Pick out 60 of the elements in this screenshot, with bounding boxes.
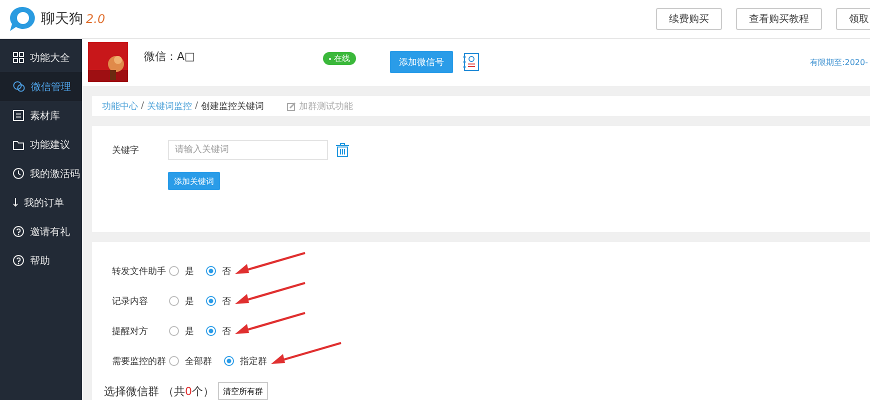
- edit-icon: [287, 102, 296, 111]
- radio-option[interactable]: 是: [169, 324, 194, 338]
- sidebar-item[interactable]: 我的激活码: [0, 159, 82, 188]
- chat-icon: [13, 81, 25, 92]
- folder-icon: [13, 140, 24, 150]
- header-button[interactable]: 查看购买教程: [736, 8, 822, 30]
- radio-option[interactable]: 是: [169, 294, 194, 308]
- help-icon: [13, 255, 24, 266]
- logo-icon: [8, 6, 38, 32]
- annotation-arrow: [235, 282, 307, 306]
- radio-option[interactable]: 否: [206, 324, 231, 338]
- radio-button[interactable]: [169, 326, 179, 336]
- clear-groups-button[interactable]: 清空所有群: [218, 382, 268, 400]
- sidebar-item[interactable]: 素材库: [0, 101, 82, 130]
- sidebar-item[interactable]: 我的订单: [0, 188, 82, 217]
- sidebar-item[interactable]: 功能建议: [0, 130, 82, 159]
- trash-icon[interactable]: [336, 143, 349, 158]
- down-arrow-icon: [13, 198, 18, 207]
- header-button[interactable]: 领取: [836, 8, 870, 30]
- sidebar-item[interactable]: 邀请有礼: [0, 217, 82, 246]
- radio-option[interactable]: 全部群: [169, 354, 212, 368]
- keyword-label: 关键字: [112, 144, 140, 157]
- radio-button[interactable]: [169, 266, 179, 276]
- expiry-text: 有限期至:2020-: [810, 56, 868, 68]
- keyword-input[interactable]: 请输入关键词: [168, 140, 328, 160]
- option-label: 需要监控的群: [112, 356, 167, 368]
- help-icon: [13, 226, 24, 237]
- radio-button[interactable]: [206, 326, 216, 336]
- sidebar-item[interactable]: 功能大全: [0, 43, 82, 72]
- header-button[interactable]: 续费购买: [656, 8, 722, 30]
- breadcrumb-separator: /: [195, 101, 198, 112]
- annotation-arrow: [271, 342, 343, 366]
- breadcrumb-separator: /: [141, 101, 144, 112]
- logo-version: 2.0: [86, 12, 106, 26]
- breadcrumb-current: 创建监控关键词: [201, 100, 264, 113]
- option-label: 提醒对方: [112, 326, 149, 338]
- radio-option[interactable]: 是: [169, 264, 194, 278]
- annotation-arrow: [235, 252, 307, 276]
- radio-button[interactable]: [169, 356, 179, 366]
- sidebar-item[interactable]: 微信管理: [0, 72, 82, 101]
- status-badge: 在线: [322, 52, 356, 65]
- account-name: 微信：A□: [144, 49, 195, 64]
- annotation-arrow: [235, 312, 307, 336]
- radio-option[interactable]: 否: [206, 264, 231, 278]
- group-count: （共0个）: [163, 384, 214, 398]
- radio-button[interactable]: [224, 356, 234, 366]
- radio-button[interactable]: [169, 296, 179, 306]
- sidebar-item[interactable]: 帮助: [0, 246, 82, 275]
- grid-icon: [13, 52, 24, 63]
- option-label: 记录内容: [112, 296, 149, 308]
- option-label: 转发文件助手: [112, 266, 167, 278]
- group-section-title: 选择微信群: [104, 384, 159, 398]
- logo-text: 聊天狗: [41, 10, 83, 28]
- contact-card-icon[interactable]: [462, 53, 479, 72]
- document-icon: [13, 110, 24, 121]
- radio-button[interactable]: [206, 266, 216, 276]
- radio-button[interactable]: [206, 296, 216, 306]
- radio-option[interactable]: 指定群: [224, 354, 267, 368]
- clock-icon: [13, 168, 24, 179]
- radio-option[interactable]: 否: [206, 294, 231, 308]
